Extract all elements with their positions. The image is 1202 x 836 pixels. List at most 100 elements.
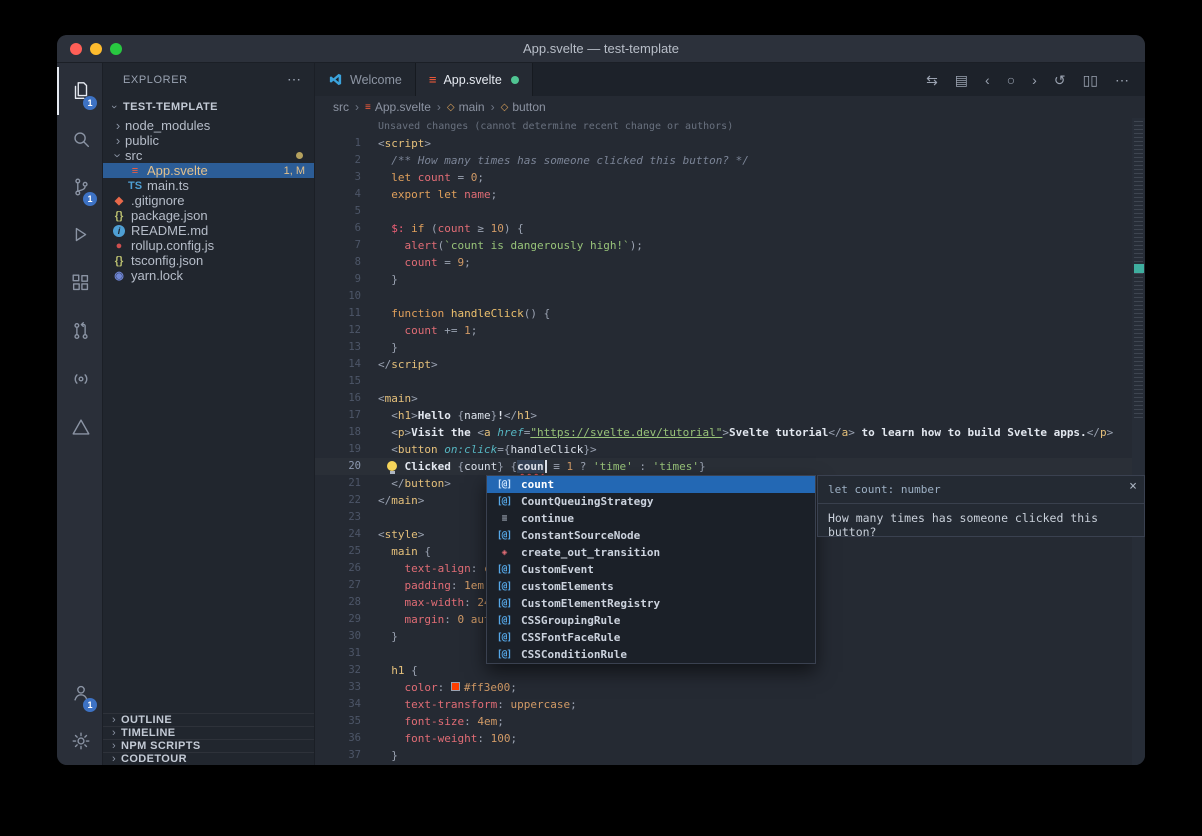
minimap[interactable] — [1132, 118, 1145, 765]
code-token: count — [438, 222, 471, 235]
activity-explorer-icon[interactable]: 1 — [57, 67, 102, 115]
breadcrumb: src›≡App.svelte›◇main›◇button — [315, 96, 1145, 118]
badge: 1 — [83, 192, 97, 206]
code-line-36[interactable]: 36 font-weight: 100; — [315, 730, 1132, 747]
blame-annotation[interactable]: Unsaved changes (cannot determine recent… — [315, 118, 1132, 135]
line-content: export let name; — [361, 186, 497, 203]
sidebar-section-timeline[interactable]: ›TIMELINE — [103, 726, 314, 739]
zoom-window-button[interactable] — [110, 43, 122, 55]
code-token: ; — [570, 698, 577, 711]
tree-item-readme-md[interactable]: iREADME.md — [103, 223, 314, 238]
suggestion-cssfontfacerule[interactable]: [@]CSSFontFaceRule — [487, 629, 815, 646]
sidebar-section-codetour[interactable]: ›CODETOUR — [103, 752, 314, 765]
code-line-19[interactable]: 19 <button on:click={handleClick}> — [315, 441, 1132, 458]
tour-next-icon[interactable]: › — [1032, 73, 1037, 87]
code-line-12[interactable]: 12 count += 1; — [315, 322, 1132, 339]
line-number: 22 — [315, 492, 361, 509]
code-line-10[interactable]: 10 — [315, 288, 1132, 305]
code-line-7[interactable]: 7 alert(`count is dangerously high!`); — [315, 237, 1132, 254]
explorer-more-actions-icon[interactable]: ⋯ — [287, 71, 302, 88]
activity-source-control-icon[interactable]: 1 — [57, 163, 102, 211]
suggestion-create-out-transition[interactable]: ◈create_out_transition — [487, 544, 815, 561]
code-editor[interactable]: Unsaved changes (cannot determine recent… — [315, 118, 1145, 765]
sidebar-section-outline[interactable]: ›OUTLINE — [103, 713, 314, 726]
tree-item-tsconfig-json[interactable]: {}tsconfig.json — [103, 253, 314, 268]
tree-item-node-modules[interactable]: ›node_modules — [103, 118, 314, 133]
tab-welcome[interactable]: Welcome — [315, 63, 416, 96]
activity-bar-spacer — [57, 451, 102, 669]
code-line-17[interactable]: 17 <h1>Hello {name}!</h1> — [315, 407, 1132, 424]
tree-item-gitignore[interactable]: ◆.gitignore — [103, 193, 314, 208]
activity-extensions-icon[interactable] — [57, 259, 102, 307]
code-line-3[interactable]: 3 let count = 0; — [315, 169, 1132, 186]
activity-triangle-extension-icon[interactable] — [57, 403, 102, 451]
more-actions-icon[interactable]: ⋯ — [1115, 73, 1129, 87]
code-line-13[interactable]: 13 } — [315, 339, 1132, 356]
breadcrumb-item-main[interactable]: ◇main — [447, 100, 485, 114]
code-line-4[interactable]: 4 export let name; — [315, 186, 1132, 203]
breadcrumb-item-app-svelte[interactable]: ≡App.svelte — [365, 100, 431, 114]
sidebar-section-npm-scripts[interactable]: ›NPM SCRIPTS — [103, 739, 314, 752]
suggestion-cssgroupingrule[interactable]: [@]CSSGroupingRule — [487, 612, 815, 629]
breadcrumb-item-src[interactable]: src — [333, 100, 349, 114]
code-line-2[interactable]: 2 /** How many times has someone clicked… — [315, 152, 1132, 169]
tree-item-app-svelte[interactable]: ≡App.svelte1, M — [103, 163, 314, 178]
suggestion-customevent[interactable]: [@]CustomEvent — [487, 561, 815, 578]
suggestion-customelementregistry[interactable]: [@]CustomElementRegistry — [487, 595, 815, 612]
close-window-button[interactable] — [70, 43, 82, 55]
code-line-5[interactable]: 5 — [315, 203, 1132, 220]
tour-previous-icon[interactable]: ‹ — [985, 73, 990, 87]
activity-settings-icon[interactable] — [57, 717, 102, 765]
code-line-20[interactable]: 20 Clicked {count} {coun ≡ 1 ? 'time' : … — [315, 458, 1132, 475]
activity-github-pull-requests-icon[interactable] — [57, 307, 102, 355]
activity-run-debug-icon[interactable] — [57, 211, 102, 259]
code-line-9[interactable]: 9 } — [315, 271, 1132, 288]
activity-accounts-icon[interactable]: 1 — [57, 669, 102, 717]
code-line-37[interactable]: 37 } — [315, 747, 1132, 764]
unsaved-dot[interactable] — [511, 76, 519, 84]
code-line-35[interactable]: 35 font-size: 4em; — [315, 713, 1132, 730]
breadcrumb-item-button[interactable]: ◇button — [501, 100, 546, 114]
code-token: color — [405, 681, 438, 694]
tree-item-yarn-lock[interactable]: ◉yarn.lock — [103, 268, 314, 283]
tree-item-public[interactable]: ›public — [103, 133, 314, 148]
timeline-icon[interactable]: ↺ — [1054, 73, 1066, 87]
tree-item-src[interactable]: ›src — [103, 148, 314, 163]
project-section-header[interactable]: › TEST-TEMPLATE — [103, 96, 314, 118]
screen: App.svelte — test-template 11 1 EXPLORER… — [0, 0, 1202, 836]
code-line-14[interactable]: 14</script> — [315, 356, 1132, 373]
tree-item-package-json[interactable]: {}package.json — [103, 208, 314, 223]
code-token: : — [633, 460, 653, 473]
project-name: TEST-TEMPLATE — [123, 101, 218, 113]
code-line-8[interactable]: 8 count = 9; — [315, 254, 1132, 271]
code-line-18[interactable]: 18 <p>Visit the <a href="https://svelte.… — [315, 424, 1132, 441]
tree-item-main-ts[interactable]: TSmain.ts — [103, 178, 314, 193]
suggestion-count[interactable]: [@]count — [487, 476, 815, 493]
tree-item-rollup-config-js[interactable]: ●rollup.config.js — [103, 238, 314, 253]
lightbulb-icon[interactable] — [387, 461, 397, 471]
tree-item-label: App.svelte — [147, 163, 208, 178]
minimize-window-button[interactable] — [90, 43, 102, 55]
suggestion-continue[interactable]: ≡continue — [487, 510, 815, 527]
code-line-34[interactable]: 34 text-transform: uppercase; — [315, 696, 1132, 713]
tour-record-icon[interactable]: ○ — [1007, 73, 1015, 87]
open-changes-icon[interactable]: ▤ — [955, 73, 968, 87]
suggestion-customelements[interactable]: [@]customElements — [487, 578, 815, 595]
code-line-15[interactable]: 15 — [315, 373, 1132, 390]
activity-remote-explorer-icon[interactable] — [57, 355, 102, 403]
activity-search-icon[interactable] — [57, 115, 102, 163]
suggestion-cssconditionrule[interactable]: [@]CSSConditionRule — [487, 646, 815, 663]
close-icon[interactable]: × — [1129, 479, 1137, 494]
tab-app-svelte[interactable]: ≡App.svelte — [416, 63, 533, 96]
suggestion-constantsourcenode[interactable]: [@]ConstantSourceNode — [487, 527, 815, 544]
code-line-1[interactable]: 1<script> — [315, 135, 1132, 152]
code-line-11[interactable]: 11 function handleClick() { — [315, 305, 1132, 322]
compare-changes-icon[interactable]: ⇆ — [926, 73, 938, 87]
split-editor-icon[interactable]: ▯▯ — [1083, 73, 1098, 87]
code-line-33[interactable]: 33 color: #ff3e00; — [315, 679, 1132, 696]
suggestion-countqueuingstrategy[interactable]: [@]CountQueuingStrategy — [487, 493, 815, 510]
code-token: text-transform — [405, 698, 498, 711]
code-line-32[interactable]: 32 h1 { — [315, 662, 1132, 679]
code-line-16[interactable]: 16<main> — [315, 390, 1132, 407]
code-line-6[interactable]: 6 $: if (count ≥ 10) { — [315, 220, 1132, 237]
